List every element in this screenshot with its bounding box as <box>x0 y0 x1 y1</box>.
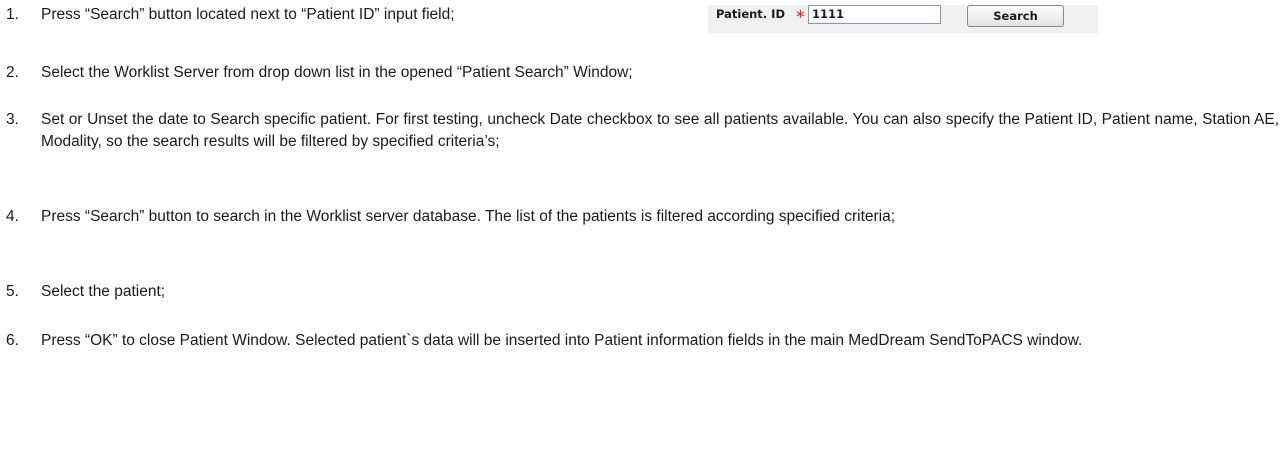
step-number: 2. <box>6 64 19 81</box>
required-asterisk-icon: ∗ <box>795 6 806 21</box>
step-number: 5. <box>6 283 19 300</box>
patient-id-input[interactable]: 1111 <box>808 5 941 24</box>
step-text: Press “OK” to close Patient Window. Sele… <box>41 332 1083 349</box>
step-number: 4. <box>6 208 19 225</box>
step-text: Set or Unset the date to Search specific… <box>41 111 1279 150</box>
step-text: Select the patient; <box>41 283 166 300</box>
step-number: 1. <box>6 6 19 23</box>
step-number: 3. <box>6 111 19 128</box>
patient-id-snippet: Patient. ID ∗ 1111 Search <box>708 5 1098 33</box>
step-text: Press “Search” button to search in the W… <box>41 208 896 225</box>
step-number: 6. <box>6 332 19 349</box>
step-text: Select the Worklist Server from drop dow… <box>41 64 633 81</box>
search-button[interactable]: Search <box>967 5 1064 27</box>
patient-id-label: Patient. ID <box>716 7 785 21</box>
